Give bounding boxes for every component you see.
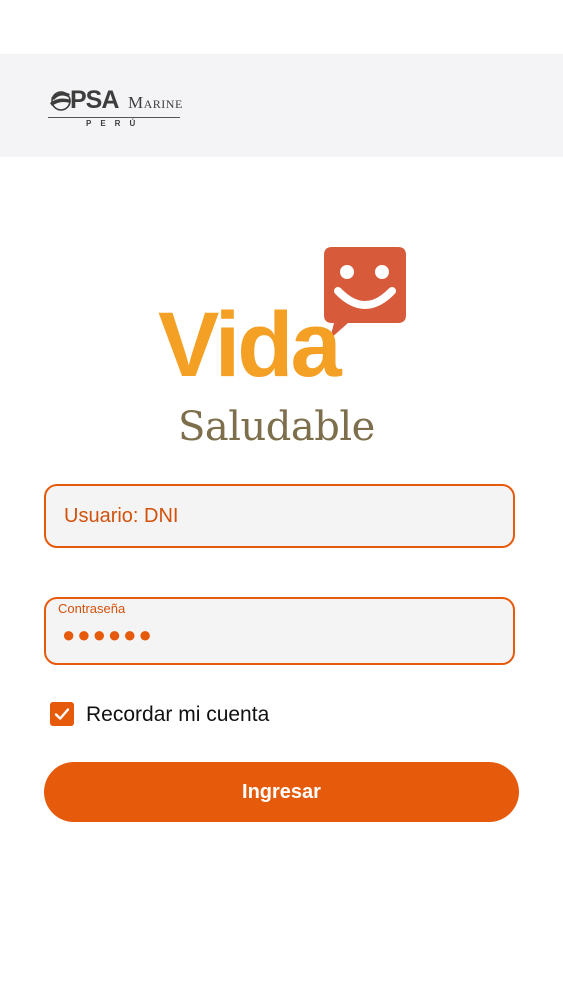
username-input[interactable] <box>64 486 494 546</box>
password-label: Contraseña <box>58 601 126 616</box>
logo-word-saludable: Saludable <box>178 404 375 450</box>
brand-divider <box>48 117 180 118</box>
remember-checkbox[interactable] <box>50 702 74 726</box>
password-input[interactable]: ●●●●●● <box>62 621 154 649</box>
app-header: PSA Marine PERÚ <box>0 54 563 157</box>
brand-country-text: PERÚ <box>86 119 145 128</box>
username-field[interactable] <box>44 484 515 548</box>
psa-marine-logo: PSA Marine PERÚ <box>48 86 188 132</box>
logo-word-vida: Vida <box>158 294 342 396</box>
login-button[interactable]: Ingresar <box>44 762 519 822</box>
checkmark-icon <box>54 708 70 720</box>
brand-psa-text: PSA <box>70 86 119 114</box>
remember-label[interactable]: Recordar mi cuenta <box>86 702 269 728</box>
vida-saludable-logo: Vida Saludable <box>150 245 420 450</box>
password-field[interactable]: Contraseña ●●●●●● <box>44 597 515 665</box>
brand-marine-text: Marine <box>128 93 183 112</box>
